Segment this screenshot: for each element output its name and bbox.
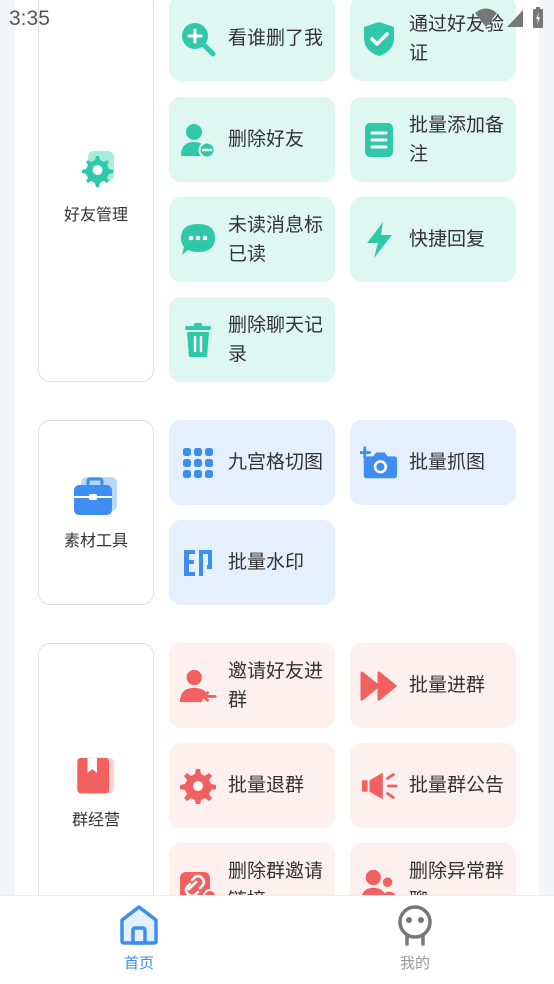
lightning-icon: [360, 221, 398, 259]
tile-delete-chat-records[interactable]: 删除聊天记录: [169, 297, 335, 382]
bookmark-icon: [77, 758, 114, 794]
home-icon: [120, 905, 158, 945]
tile-label: 快捷回复: [409, 228, 486, 250]
category-group-operations[interactable]: 群经营: [38, 643, 154, 895]
robot-face-icon: [398, 905, 432, 946]
tile-label: 批量进群: [409, 674, 486, 696]
stamp-icon: [179, 544, 217, 582]
category-label: 素材工具: [63, 530, 128, 550]
tile-batch-leave-group[interactable]: 批量退群: [169, 743, 335, 828]
tile-batch-join-group[interactable]: 批量进群: [350, 643, 516, 728]
tile-invite-friend-to-group[interactable]: 邀请好友进群: [169, 643, 335, 728]
tile-label: 批量抓图: [409, 451, 486, 473]
trash-icon: [179, 321, 217, 359]
tile-label: 批量群公告: [409, 774, 505, 796]
bottom-tab-bar: 首页 我的: [0, 895, 554, 984]
status-bar: 3:35: [0, 0, 554, 38]
tab-label: 我的: [399, 954, 430, 972]
category-label: 群经营: [71, 809, 120, 829]
status-icons: [474, 7, 544, 29]
battery-icon: [533, 7, 543, 28]
category-friend-management[interactable]: 好友管理: [38, 0, 154, 382]
tile-batch-watermark[interactable]: 批量水印: [169, 520, 335, 605]
tile-nine-grid-cut[interactable]: 九宫格切图: [169, 420, 335, 505]
tile-label: 删除群邀请链接: [228, 859, 324, 896]
tile-delete-abnormal-group[interactable]: 删除异常群聊: [350, 843, 516, 895]
tile-label: 删除聊天记录: [228, 313, 324, 365]
tab-mine[interactable]: 我的: [375, 904, 455, 973]
tile-label: 删除好友: [228, 128, 305, 150]
megaphone-icon: [360, 767, 398, 805]
category-label: 好友管理: [63, 205, 128, 224]
tile-mark-unread-read[interactable]: 未读消息标已读: [169, 197, 335, 282]
tile-label: 删除异常群聊: [409, 859, 505, 896]
tile-label: 九宫格切图: [228, 451, 324, 473]
wifi-icon: [475, 8, 497, 27]
document-icon: [360, 121, 398, 159]
camera-plus-icon: [360, 444, 398, 482]
user-minus-icon: [179, 121, 217, 159]
signal-icon: [507, 10, 523, 27]
status-time: 3:35: [9, 7, 50, 30]
tile-label: 批量水印: [228, 551, 305, 573]
main-content[interactable]: 好友管理 看谁删了我 通过好友验证 删除好友 批量添加备注 未读消息标已读 快捷…: [15, 0, 539, 895]
tile-delete-friend[interactable]: 删除好友: [169, 97, 335, 182]
grid-icon: [179, 444, 217, 482]
gear-icon: [82, 151, 114, 187]
tile-batch-grab-image[interactable]: 批量抓图: [350, 420, 516, 505]
toolbox-icon: [74, 476, 117, 515]
link-icon: [179, 867, 217, 895]
tab-home[interactable]: 首页: [99, 904, 179, 973]
users-icon: [360, 867, 398, 895]
tile-label: 批量退群: [228, 774, 305, 796]
tile-delete-group-invite-link[interactable]: 删除群邀请链接: [169, 843, 335, 895]
chat-bubble-icon: [179, 221, 217, 259]
tile-label: 邀请好友进群: [228, 659, 324, 711]
gear-icon: [179, 767, 217, 805]
fast-forward-icon: [360, 667, 398, 705]
tile-quick-reply[interactable]: 快捷回复: [350, 197, 516, 282]
tab-label: 首页: [123, 954, 154, 972]
tile-label: 未读消息标已读: [228, 213, 324, 265]
category-material-tools[interactable]: 素材工具: [38, 420, 154, 605]
tile-batch-add-remark[interactable]: 批量添加备注: [350, 97, 516, 182]
user-invite-icon: [179, 667, 217, 705]
tile-batch-group-notice[interactable]: 批量群公告: [350, 743, 516, 828]
tile-label: 批量添加备注: [409, 113, 505, 165]
